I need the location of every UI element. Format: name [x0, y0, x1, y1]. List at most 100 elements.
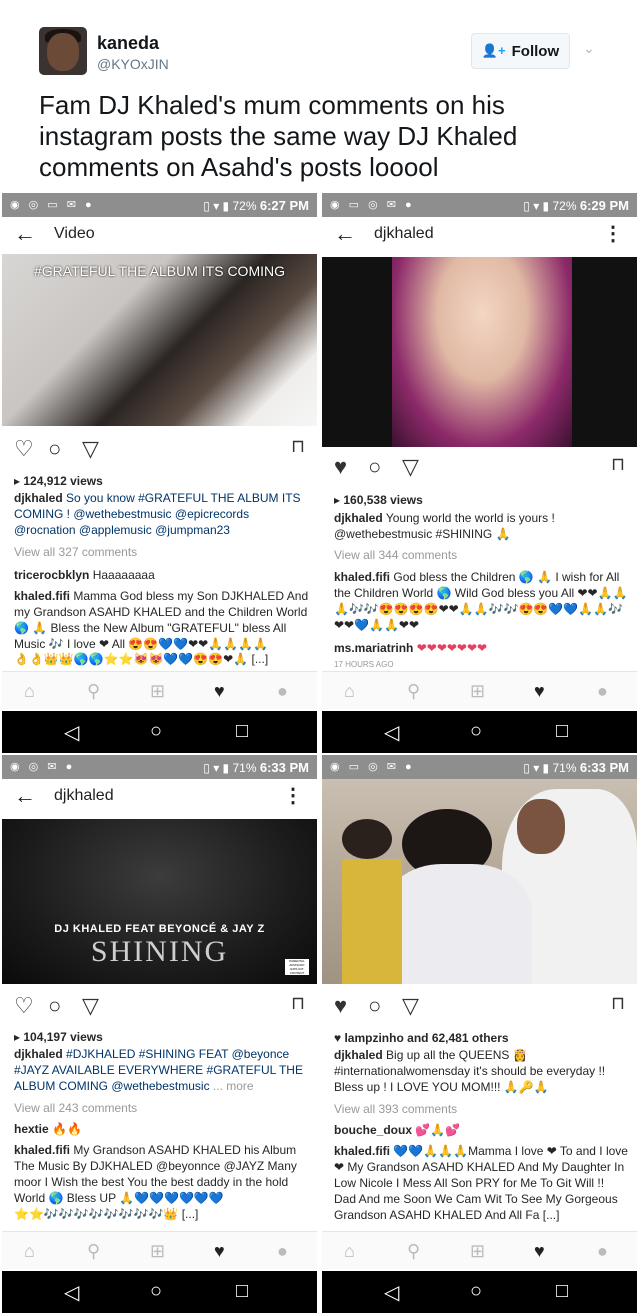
home-icon[interactable]: ⌂ [344, 681, 355, 702]
bookmark-icon[interactable]: ⊓ [611, 454, 625, 475]
home-circle-icon[interactable]: ○ [470, 720, 482, 743]
photo-media[interactable] [322, 779, 637, 984]
heart-icon[interactable]: ♥ [334, 993, 347, 1019]
comment-user[interactable]: khaled.fifi [14, 1143, 70, 1157]
chevron-down-icon[interactable]: ⌄ [583, 40, 595, 57]
ig-nav-bar: ⌂ ⚲ ⊞ ♥ ● [322, 671, 637, 709]
back-icon[interactable]: ← [14, 783, 36, 809]
status-bar: ◉ ▭ ◎ ✉ ● ▯ ▾ ▮ 72% 6:29 PM [322, 193, 637, 217]
view-all-comments[interactable]: View all 393 comments [334, 1101, 629, 1117]
home-circle-icon[interactable]: ○ [150, 720, 162, 743]
bookmark-icon[interactable]: ⊓ [291, 436, 305, 457]
profile-icon[interactable]: ● [277, 1241, 288, 1262]
caption-user[interactable]: djkhaled [334, 511, 383, 525]
home-icon[interactable]: ⌂ [344, 1241, 355, 1262]
plus-icon[interactable]: ⊞ [470, 681, 485, 702]
tweet-header: kaneda @KYOxJIN 👤+ Follow ⌄ Fam DJ Khaled… [0, 0, 637, 190]
view-all-comments[interactable]: View all 243 comments [14, 1100, 309, 1116]
more-icon[interactable]: ⋮ [283, 783, 303, 808]
back-triangle-icon[interactable]: ◁ [384, 1280, 399, 1305]
activity-icon[interactable]: ♥ [534, 681, 545, 702]
plus-icon[interactable]: ⊞ [470, 1241, 485, 1262]
heart-icon[interactable]: ♡ [14, 436, 34, 462]
heart-icon[interactable]: ♡ [14, 993, 34, 1019]
android-nav-bar: ◁ ○ □ [322, 711, 637, 753]
view-all-comments[interactable]: View all 327 comments [14, 544, 309, 560]
android-nav-bar: ◁ ○ □ [322, 1271, 637, 1313]
video-overlay-text: #GRATEFUL THE ALBUM ITS COMING [34, 263, 286, 279]
bookmark-icon[interactable]: ⊓ [611, 993, 625, 1014]
caption: djkhaled #DJKHALED #SHINING FEAT @beyonc… [14, 1046, 309, 1094]
comment-user[interactable]: khaled.fifi [14, 589, 70, 603]
likes: ♥ lampzinho and 62,481 others [334, 1031, 509, 1045]
battery-level: 72% [552, 199, 577, 213]
plus-icon[interactable]: ⊞ [150, 681, 165, 702]
recents-icon[interactable]: □ [556, 1280, 568, 1303]
comment-user[interactable]: ms.mariatrinh [334, 641, 413, 655]
profile-icon[interactable]: ● [597, 1241, 608, 1262]
plus-icon[interactable]: ⊞ [150, 1241, 165, 1262]
comment-icon[interactable]: ○ [48, 993, 61, 1019]
android-nav-bar: ◁ ○ □ [2, 1271, 317, 1313]
avatar[interactable] [39, 27, 87, 75]
screenshot-panel-1: ◉ ◎ ▭ ✉ ● ▯ ▾ ▮ 72% 6:27 PM ← Video #GRATE… [2, 193, 317, 753]
home-icon[interactable]: ⌂ [24, 1241, 35, 1262]
back-triangle-icon[interactable]: ◁ [64, 720, 79, 745]
comment-user[interactable]: khaled.fifi [334, 1144, 390, 1158]
ig-nav-bar: ⌂ ⚲ ⊞ ♥ ● [322, 1231, 637, 1269]
profile-icon[interactable]: ● [277, 681, 288, 702]
tweet-author-handle[interactable]: @KYOxJIN [97, 56, 169, 72]
search-icon[interactable]: ⚲ [87, 1241, 100, 1262]
comment-user[interactable]: khaled.fifi [334, 570, 390, 584]
view-all-comments[interactable]: View all 344 comments [334, 547, 629, 563]
send-icon[interactable]: ▽ [402, 454, 419, 480]
comment-user[interactable]: bouche_doux [334, 1123, 412, 1137]
caption-user[interactable]: djkhaled [14, 1047, 63, 1061]
caption-user[interactable]: djkhaled [14, 491, 63, 505]
search-icon[interactable]: ⚲ [87, 681, 100, 702]
activity-icon[interactable]: ♥ [214, 1241, 225, 1262]
activity-icon[interactable]: ♥ [534, 1241, 545, 1262]
home-circle-icon[interactable]: ○ [470, 1280, 482, 1303]
comment-icon[interactable]: ○ [48, 436, 61, 462]
more-link[interactable]: ... more [213, 1079, 254, 1093]
likes-user[interactable]: lampzinho [344, 1031, 403, 1045]
more-icon[interactable]: ⋮ [603, 221, 623, 246]
home-icon[interactable]: ⌂ [24, 681, 35, 702]
page-title: djkhaled [54, 787, 114, 804]
video-media[interactable] [322, 257, 637, 447]
comment-user[interactable]: tricerocbklyn [14, 568, 89, 582]
recents-icon[interactable]: □ [556, 720, 568, 743]
home-circle-icon[interactable]: ○ [150, 1280, 162, 1303]
send-icon[interactable]: ▽ [402, 993, 419, 1019]
caption: djkhaled Young world the world is yours … [334, 510, 629, 542]
bookmark-icon[interactable]: ⊓ [291, 993, 305, 1014]
post-actions: ♥ ○ ▽ ⊓ [322, 990, 637, 1020]
comment-icon[interactable]: ○ [368, 454, 381, 480]
caption-user[interactable]: djkhaled [334, 1048, 383, 1062]
back-icon[interactable]: ← [14, 221, 36, 247]
send-icon[interactable]: ▽ [82, 436, 99, 462]
search-icon[interactable]: ⚲ [407, 681, 420, 702]
album-cover[interactable]: DJ KHALED FEAT BEYONCÉ & JAY Z SHINING P… [2, 819, 317, 984]
back-icon[interactable]: ← [334, 221, 356, 247]
send-icon[interactable]: ▽ [82, 993, 99, 1019]
video-media[interactable]: #GRATEFUL THE ALBUM ITS COMING [2, 254, 317, 426]
activity-icon[interactable]: ♥ [214, 681, 225, 702]
heart-icon[interactable]: ♥ [334, 454, 347, 480]
comment-icon[interactable]: ○ [368, 993, 381, 1019]
search-icon[interactable]: ⚲ [407, 1241, 420, 1262]
tweet-author-name[interactable]: kaneda [97, 33, 159, 54]
follow-button[interactable]: 👤+ Follow [471, 33, 570, 69]
recents-icon[interactable]: □ [236, 1280, 248, 1303]
back-triangle-icon[interactable]: ◁ [64, 1280, 79, 1305]
back-triangle-icon[interactable]: ◁ [384, 720, 399, 745]
page-title: Video [54, 225, 95, 242]
profile-icon[interactable]: ● [597, 681, 608, 702]
app-bar: ← djkhaled ⋮ [2, 779, 317, 815]
caption: djkhaled Big up all the QUEENS 👸 #intern… [334, 1047, 629, 1095]
follow-label: Follow [511, 42, 560, 60]
comment: khaled.fifi My Grandson ASAHD KHALED his… [14, 1143, 297, 1205]
recents-icon[interactable]: □ [236, 720, 248, 743]
comment-user[interactable]: hextie [14, 1122, 49, 1136]
